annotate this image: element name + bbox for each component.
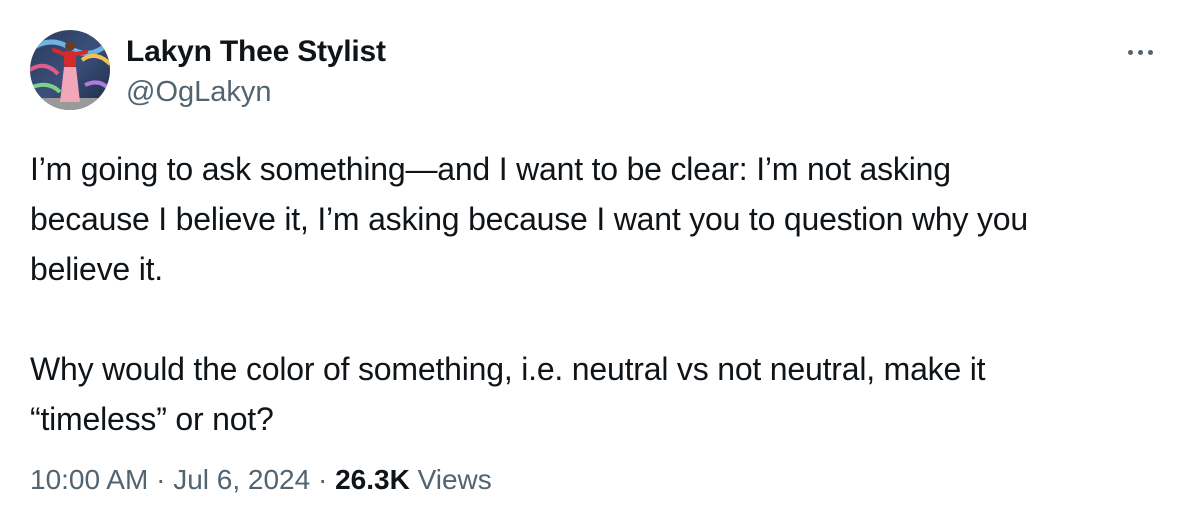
ellipsis-dot-icon: [1137, 49, 1143, 55]
author-handle[interactable]: @OgLakyn: [126, 74, 272, 110]
meta-separator: ·: [148, 464, 174, 495]
tweet-date: Jul 6, 2024: [173, 464, 311, 495]
tweet-timestamp[interactable]: 10:00 AM · Jul 6, 2024: [30, 464, 310, 495]
ellipsis-dot-icon: [1127, 49, 1133, 55]
tweet-meta: 10:00 AM · Jul 6, 2024 · 26.3K Views: [30, 462, 492, 498]
more-options-button[interactable]: [1118, 36, 1162, 68]
author-avatar[interactable]: [30, 30, 110, 110]
tweet-paragraph-1: I’m going to ask something—and I want to…: [30, 151, 1028, 287]
tweet-text: I’m going to ask something—and I want to…: [30, 144, 1150, 444]
ellipsis-dot-icon: [1147, 49, 1153, 55]
meta-separator: ·: [310, 464, 336, 495]
tweet-time: 10:00 AM: [30, 464, 149, 495]
avatar-photo-icon: [30, 30, 110, 110]
author-display-name[interactable]: Lakyn Thee Stylist: [126, 34, 386, 70]
tweet-paragraph-2: Why would the color of something, i.e. n…: [30, 351, 986, 437]
tweet-card: Lakyn Thee Stylist @OgLakyn I’m going to…: [0, 0, 1190, 524]
views-label: Views: [417, 464, 492, 495]
views-count: 26.3K: [335, 464, 410, 495]
